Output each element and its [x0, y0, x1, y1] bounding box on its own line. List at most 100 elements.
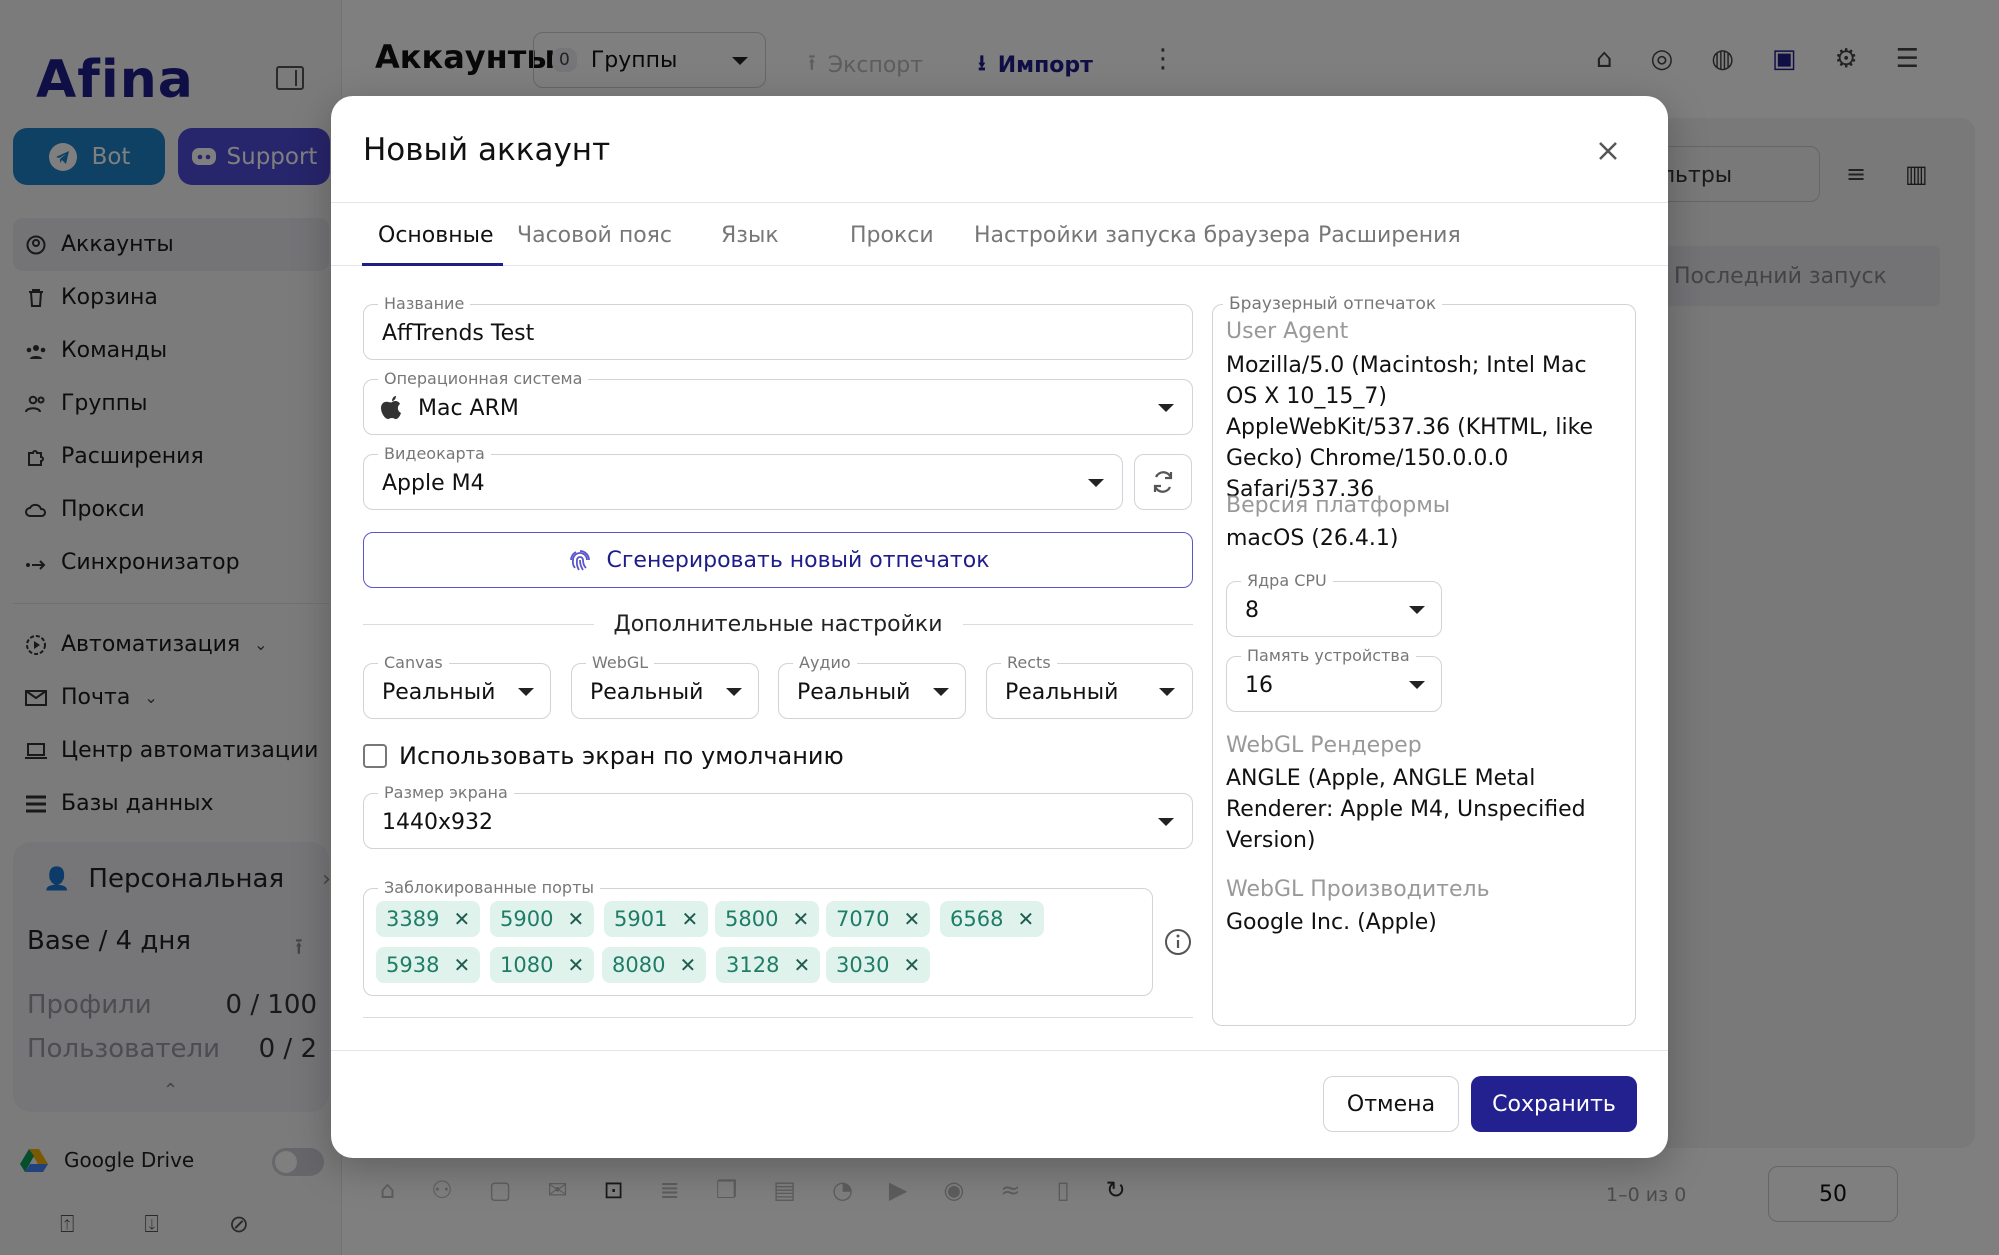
fingerprint-icon: [569, 550, 590, 571]
screen-size-value: 1440x932: [382, 810, 493, 835]
caret-down-icon: [1158, 404, 1174, 412]
webgl-select-value: Реальный: [590, 680, 704, 705]
port-value: 8080: [612, 953, 666, 977]
remove-icon[interactable]: ✕: [903, 907, 920, 931]
blocked-ports-label: Заблокированные порты: [378, 878, 601, 897]
port-chip[interactable]: 5900 ✕: [490, 901, 595, 937]
generate-fingerprint-button[interactable]: Сгенерировать новый отпечаток: [363, 532, 1193, 588]
refresh-icon: [1153, 471, 1173, 493]
user-agent-value: Mozilla/5.0 (Macintosh; Intel Mac OS X 1…: [1226, 353, 1594, 502]
port-chip[interactable]: 5901 ✕: [604, 901, 709, 937]
port-chip[interactable]: 3030 ✕: [826, 947, 931, 983]
dialog-tabs: Основные Часовой пояс Язык Прокси Настро…: [331, 202, 1668, 266]
canvas-select-label: Canvas: [378, 653, 449, 672]
close-icon[interactable]: [1593, 136, 1623, 166]
remove-icon[interactable]: ✕: [567, 907, 584, 931]
port-value: 3030: [836, 953, 890, 977]
dialog-footer-divider: [331, 1050, 1668, 1051]
port-value: 3128: [726, 953, 780, 977]
tab-language[interactable]: Язык: [721, 223, 779, 248]
active-tab-indicator: [362, 263, 503, 266]
remove-icon[interactable]: ✕: [792, 907, 809, 931]
caret-down-icon: [1158, 818, 1174, 826]
cancel-button[interactable]: Отмена: [1323, 1076, 1459, 1132]
rects-select-value: Реальный: [1005, 680, 1119, 705]
default-screen-label: Использовать экран по умолчанию: [399, 742, 844, 770]
tab-basic[interactable]: Основные: [378, 223, 494, 248]
new-account-dialog: Новый аккаунт Основные Часовой пояс Язык…: [331, 96, 1668, 1158]
remove-icon[interactable]: ✕: [679, 953, 696, 977]
port-value: 1080: [500, 953, 554, 977]
tab-timezone[interactable]: Часовой пояс: [517, 223, 672, 248]
gpu-select-value: Apple M4: [382, 471, 485, 496]
caret-down-icon: [1409, 681, 1425, 689]
remove-icon[interactable]: ✕: [793, 953, 810, 977]
fingerprint-panel-label: Браузерный отпечаток: [1223, 294, 1443, 314]
device-memory-select[interactable]: Память устройства 16: [1226, 646, 1442, 712]
apple-icon: [380, 394, 404, 420]
gpu-select-label: Видеокарта: [378, 444, 491, 463]
remove-icon[interactable]: ✕: [453, 907, 470, 931]
remove-icon[interactable]: ✕: [567, 953, 584, 977]
port-value: 5800: [725, 907, 779, 931]
cpu-cores-label: Ядра CPU: [1241, 571, 1333, 590]
port-chip[interactable]: 5938 ✕: [376, 947, 481, 983]
caret-down-icon: [1409, 606, 1425, 614]
blocked-ports-field[interactable]: Заблокированные порты 3389 ✕ 5900 ✕ 5901 ✕ …: [363, 878, 1153, 996]
cpu-cores-select[interactable]: Ядра CPU 8: [1226, 571, 1442, 637]
webgl-vendor-label: WebGL Производитель: [1226, 877, 1490, 902]
section-divider: [363, 1017, 1193, 1018]
name-field-value: AffTrends Test: [382, 321, 535, 346]
audio-select[interactable]: Аудио Реальный: [778, 653, 966, 719]
save-button[interactable]: Сохранить: [1471, 1076, 1637, 1132]
tab-browser-launch[interactable]: Настройки запуска браузера: [974, 223, 1310, 248]
generate-fingerprint-label: Сгенерировать новый отпечаток: [606, 547, 990, 573]
info-icon[interactable]: [1164, 928, 1192, 956]
port-chip[interactable]: 5800 ✕: [715, 901, 820, 937]
regenerate-gpu-button[interactable]: [1134, 454, 1192, 510]
name-field[interactable]: Название AffTrends Test: [363, 294, 1193, 360]
audio-select-value: Реальный: [797, 680, 911, 705]
screen-size-label: Размер экрана: [378, 783, 514, 802]
device-memory-value: 16: [1245, 673, 1273, 698]
rects-select-label: Rects: [1001, 653, 1057, 672]
canvas-select[interactable]: Canvas Реальный: [363, 653, 551, 719]
rects-select[interactable]: Rects Реальный: [986, 653, 1193, 719]
extra-settings-label: Дополнительные настройки: [613, 611, 943, 637]
os-select[interactable]: Операционная система Mac ARM: [363, 369, 1193, 435]
app-root: Afina Bot Support Аккаунты Корзина Коман…: [0, 0, 1999, 1255]
tab-extensions[interactable]: Расширения: [1318, 223, 1461, 248]
webgl-select-label: WebGL: [586, 653, 655, 672]
default-screen-checkbox[interactable]: [363, 744, 387, 768]
tab-proxy[interactable]: Прокси: [850, 223, 934, 248]
os-select-label: Операционная система: [378, 369, 589, 388]
remove-icon[interactable]: ✕: [453, 953, 470, 977]
port-chip[interactable]: 1080 ✕: [490, 947, 595, 983]
port-value: 3389: [386, 907, 440, 931]
port-chip[interactable]: 6568 ✕: [940, 901, 1045, 937]
remove-icon[interactable]: ✕: [1017, 907, 1034, 931]
caret-down-icon: [933, 688, 949, 696]
default-screen-row: Использовать экран по умолчанию: [363, 742, 844, 770]
webgl-renderer-label: WebGL Рендерер: [1226, 733, 1422, 758]
platform-version-label: Версия платформы: [1226, 493, 1451, 518]
port-chip[interactable]: 7070 ✕: [826, 901, 931, 937]
gpu-select[interactable]: Видеокарта Apple M4: [363, 444, 1123, 510]
port-chip[interactable]: 3128 ✕: [716, 947, 821, 983]
port-value: 6568: [950, 907, 1004, 931]
audio-select-label: Аудио: [793, 653, 857, 672]
extra-settings-divider: Дополнительные настройки: [363, 610, 1194, 638]
port-chip[interactable]: 8080 ✕: [602, 947, 707, 983]
port-value: 5938: [386, 953, 440, 977]
dialog-title: Новый аккаунт: [363, 132, 611, 168]
port-chip[interactable]: 3389 ✕: [376, 901, 481, 937]
remove-icon[interactable]: ✕: [903, 953, 920, 977]
caret-down-icon: [726, 688, 742, 696]
webgl-vendor-value: Google Inc. (Apple): [1226, 910, 1437, 935]
caret-down-icon: [1159, 688, 1175, 696]
os-select-value: Mac ARM: [418, 396, 519, 421]
webgl-select[interactable]: WebGL Реальный: [571, 653, 759, 719]
remove-icon[interactable]: ✕: [681, 907, 698, 931]
screen-size-select[interactable]: Размер экрана 1440x932: [363, 783, 1193, 849]
platform-version-value: macOS (26.4.1): [1226, 526, 1399, 551]
